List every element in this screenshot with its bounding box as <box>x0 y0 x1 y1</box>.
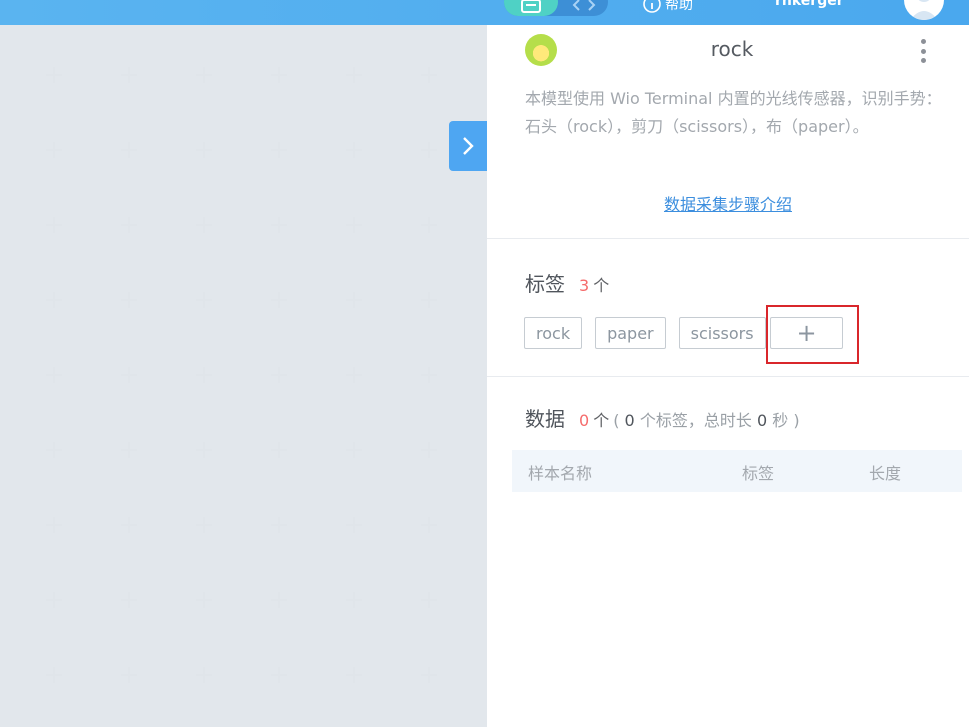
data-section-title: 数据 0 个 ( 0 个标签，总时长 0 秒 ) <box>525 403 800 432</box>
tag-list: rock paper scissors <box>524 317 766 349</box>
labels-count-unit: 个 <box>593 276 610 295</box>
data-label-count: 0 <box>624 411 635 430</box>
top-bar: 帮助 rnkerger <box>0 0 969 25</box>
tag-paper[interactable]: paper <box>595 317 666 349</box>
book-icon <box>521 0 541 13</box>
canvas-area[interactable] <box>0 25 487 727</box>
data-duration: 0 <box>756 411 768 430</box>
add-tag-button[interactable]: + <box>770 317 843 349</box>
model-description: 本模型使用 Wio Terminal 内置的光线传感器，识别手势：石头（rock… <box>525 89 942 136</box>
data-collection-guide-link[interactable]: 数据采集步骤介绍 <box>487 191 969 215</box>
help-label: 帮助 <box>665 0 693 13</box>
divider <box>487 238 969 239</box>
divider <box>487 376 969 377</box>
avatar[interactable] <box>904 0 944 20</box>
code-icon <box>572 0 596 11</box>
data-mode-button[interactable] <box>504 0 558 16</box>
data-count: 0 <box>579 411 590 430</box>
user-icon <box>910 0 938 20</box>
code-mode-button[interactable] <box>560 0 608 16</box>
model-panel: rock 本模型使用 Wio Terminal 内置的光线传感器，识别手势：石头… <box>487 25 969 727</box>
data-title: 数据 <box>525 407 565 431</box>
column-sample-name[interactable]: 样本名称 <box>528 460 592 484</box>
help-button[interactable]: 帮助 <box>643 0 693 14</box>
labels-section-title: 标签 3 个 <box>525 268 609 297</box>
chevron-right-icon <box>463 137 474 155</box>
labels-title: 标签 <box>525 272 565 296</box>
tag-scissors[interactable]: scissors <box>678 317 766 349</box>
column-length[interactable]: 长度 <box>869 460 901 484</box>
samples-table-header: 样本名称 标签 长度 <box>512 450 962 492</box>
canvas-grid <box>0 25 487 727</box>
column-label[interactable]: 标签 <box>742 460 774 484</box>
info-icon <box>643 0 661 13</box>
more-options-icon[interactable] <box>917 39 929 63</box>
labels-count: 3 <box>579 276 590 295</box>
collapse-panel-button[interactable] <box>449 121 487 171</box>
tag-rock[interactable]: rock <box>524 317 583 349</box>
username[interactable]: rnkerger <box>775 0 844 9</box>
data-count-unit: 个 <box>593 411 610 430</box>
data-meta: ( 0 个标签，总时长 0 秒 ) <box>613 411 800 430</box>
mode-toggle[interactable] <box>504 0 608 16</box>
model-name: rock <box>710 37 754 61</box>
